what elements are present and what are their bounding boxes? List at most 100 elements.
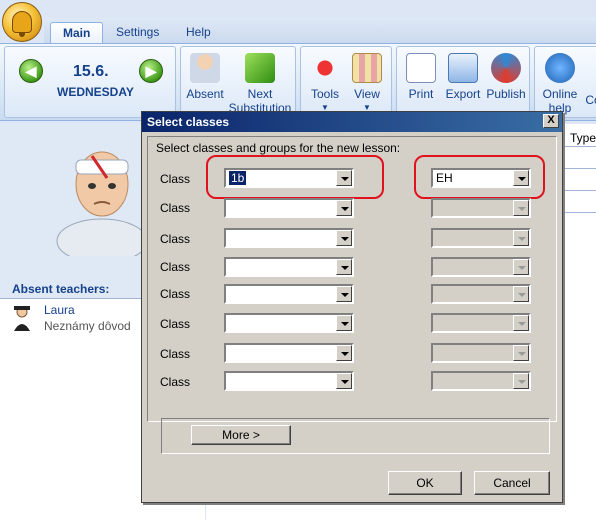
group-select: [431, 284, 531, 304]
doctor-icon: [190, 53, 220, 83]
absent-teacher-reason: Neznámy dôvod: [44, 319, 131, 333]
current-date: 15.6.: [73, 63, 109, 80]
chevron-down-icon: [513, 259, 529, 275]
chevron-down-icon: [513, 230, 529, 246]
date-group: ◀ ▶ 15.6. WEDNESDAY: [4, 46, 176, 118]
ribbon: ◀ ▶ 15.6. WEDNESDAY Absent Next Substitu…: [0, 43, 596, 121]
class-row-label: Class: [160, 375, 191, 389]
online-help-button[interactable]: Online help: [539, 53, 581, 115]
chevron-down-icon[interactable]: [336, 286, 352, 302]
output-group: Print Export Publish: [396, 46, 530, 118]
dialog-prompt: Select classes and groups for the new le…: [156, 141, 401, 155]
chevron-down-icon[interactable]: [336, 315, 352, 331]
chevron-down-icon: [513, 373, 529, 389]
view-label: View: [354, 87, 380, 101]
divider: [564, 212, 596, 213]
chevron-down-icon[interactable]: [336, 345, 352, 361]
more-options-frame: More >: [161, 418, 550, 454]
next-day-button[interactable]: ▶: [139, 59, 163, 83]
divider: [564, 146, 596, 147]
group-select: [431, 343, 531, 363]
class-select[interactable]: [224, 343, 354, 363]
select-classes-dialog: Select classes X Select classes and grou…: [141, 111, 563, 503]
publish-button[interactable]: Publish: [485, 53, 527, 101]
teacher-icon: [14, 306, 30, 331]
group-select: [431, 198, 531, 218]
class-select[interactable]: [224, 228, 354, 248]
class-row-label: Class: [160, 172, 191, 186]
current-weekday: WEDNESDAY: [57, 85, 134, 99]
class-row-label: Class: [160, 287, 191, 301]
arrow-right-icon: ▶: [145, 62, 157, 79]
export-icon: [448, 53, 478, 83]
close-icon: X: [547, 114, 555, 126]
class-select[interactable]: [224, 198, 354, 218]
divider: [564, 190, 596, 191]
help-group: Online help Co: [534, 46, 596, 118]
absent-teacher-name: Laura: [44, 303, 75, 317]
green-cube-icon: [245, 53, 275, 83]
previous-day-button[interactable]: ◀: [19, 59, 43, 83]
class-select[interactable]: [224, 313, 354, 333]
class-row-label: Class: [160, 232, 191, 246]
close-button[interactable]: X: [543, 114, 559, 128]
chevron-down-icon[interactable]: [336, 373, 352, 389]
class-row-label: Class: [160, 201, 191, 215]
absent-teachers-title: Absent teachers:: [12, 282, 110, 296]
class-row-label: Class: [160, 260, 191, 274]
tab-help[interactable]: Help: [174, 22, 223, 44]
app-menu-button[interactable]: [2, 2, 42, 42]
tools-view-group: Tools ▼ View ▼: [300, 46, 392, 118]
class-row-label: Class: [160, 317, 191, 331]
tab-settings[interactable]: Settings: [104, 22, 171, 44]
view-button[interactable]: View ▼: [349, 53, 385, 115]
class-select[interactable]: [224, 257, 354, 277]
chevron-down-icon: [513, 315, 529, 331]
chevron-down-icon[interactable]: [336, 200, 352, 216]
chevron-down-icon[interactable]: [336, 259, 352, 275]
class-select[interactable]: [224, 371, 354, 391]
highlight-class-annotation: [206, 155, 384, 199]
group-select: [431, 257, 531, 277]
chevron-down-icon: [513, 286, 529, 302]
next-substitution-button[interactable]: Next Substitution: [227, 53, 293, 115]
dialog-title: Select classes: [147, 115, 230, 129]
arrow-left-icon: ◀: [25, 62, 37, 79]
group-select: [431, 371, 531, 391]
chevron-down-icon[interactable]: [336, 230, 352, 246]
group-select: [431, 228, 531, 248]
timetable-icon: [352, 53, 382, 83]
more-button[interactable]: More >: [191, 425, 291, 445]
chevron-down-icon: [513, 200, 529, 216]
class-row-label: Class: [160, 347, 191, 361]
dialog-titlebar: Select classes X: [142, 112, 562, 132]
tab-main[interactable]: Main: [50, 22, 104, 44]
publish-label: Publish: [486, 87, 526, 101]
stapler-icon: [310, 53, 340, 83]
tools-label: Tools: [310, 87, 339, 101]
globe-help-icon: [545, 53, 575, 83]
publish-icon: [491, 53, 521, 83]
bell-icon: [12, 11, 32, 37]
grid-header-type: Type: [570, 131, 596, 145]
co-label: Co: [585, 93, 596, 107]
co-button-fragment[interactable]: Co: [583, 93, 596, 107]
print-preview-icon: [406, 53, 436, 83]
group-select: [431, 313, 531, 333]
substitution-group: Absent Next Substitution: [180, 46, 296, 118]
sick-teacher-portrait: [56, 151, 148, 256]
cancel-button[interactable]: Cancel: [474, 471, 550, 495]
absent-label: Absent: [186, 87, 224, 101]
divider: [564, 168, 596, 169]
export-button[interactable]: Export: [443, 53, 483, 101]
export-label: Export: [445, 87, 481, 101]
ribbon-tabbar: Main Settings Help: [44, 18, 596, 44]
highlight-group-annotation: [414, 155, 545, 199]
absent-button[interactable]: Absent: [185, 53, 225, 101]
print-label: Print: [408, 87, 434, 101]
print-button[interactable]: Print: [401, 53, 441, 101]
ok-button[interactable]: OK: [388, 471, 462, 495]
class-select[interactable]: [224, 284, 354, 304]
tools-button[interactable]: Tools ▼: [307, 53, 343, 115]
chevron-down-icon: [513, 345, 529, 361]
